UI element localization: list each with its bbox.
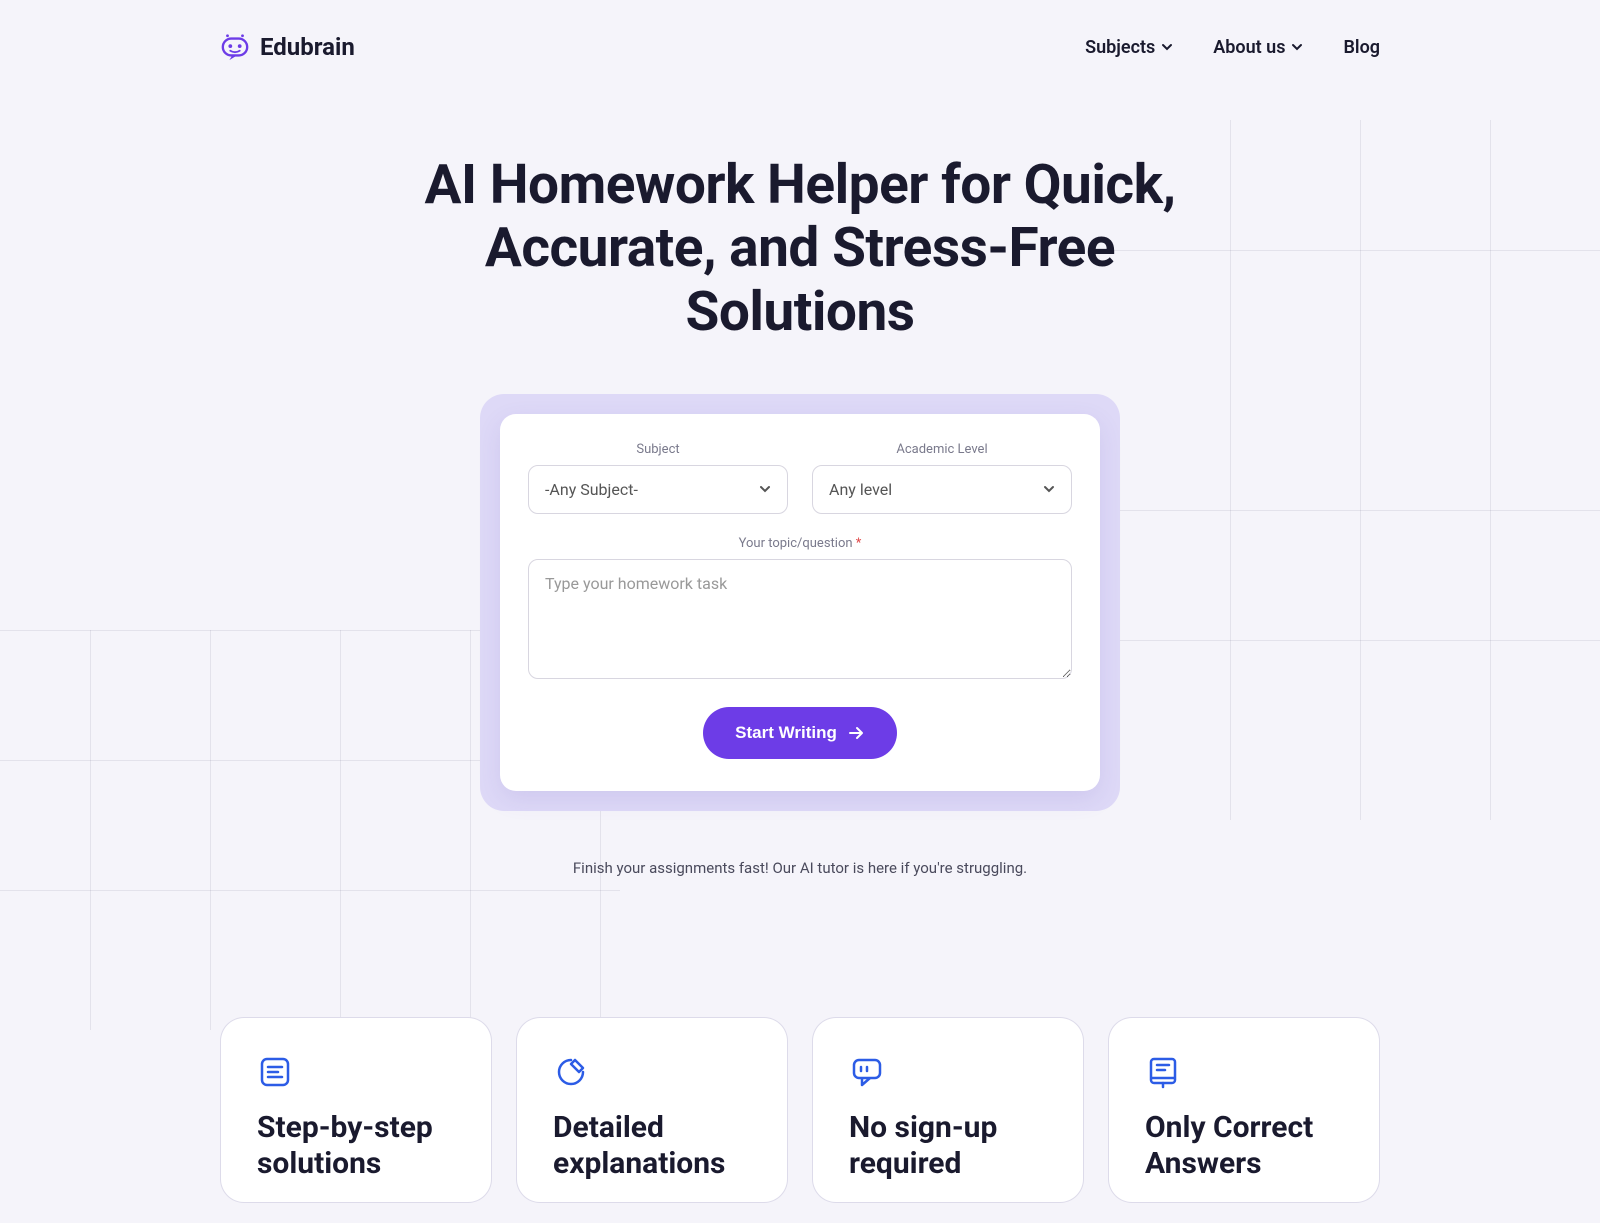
subject-label: Subject — [528, 442, 788, 457]
chevron-down-icon — [1043, 483, 1055, 495]
header: Edubrain Subjects About us Blog — [220, 0, 1380, 94]
level-select[interactable]: Any level — [812, 465, 1072, 514]
chevron-down-icon — [1291, 41, 1303, 53]
hero-subtext: Finish your assignments fast! Our AI tut… — [220, 859, 1380, 877]
level-value: Any level — [829, 480, 892, 499]
nav-blog-label: Blog — [1343, 37, 1380, 58]
question-textarea[interactable] — [528, 559, 1072, 679]
list-icon — [257, 1054, 293, 1090]
start-writing-button[interactable]: Start Writing — [703, 707, 897, 759]
features: Step-by-step solutions Detailed explanat… — [220, 1017, 1380, 1223]
pen-circle-icon — [553, 1054, 589, 1090]
form-inner: Subject -Any Subject- Academic Level Any… — [500, 414, 1100, 791]
form-card: Subject -Any Subject- Academic Level Any… — [480, 394, 1120, 811]
logo[interactable]: Edubrain — [220, 32, 355, 62]
hero: AI Homework Helper for Quick, Accurate, … — [220, 94, 1380, 877]
nav-blog[interactable]: Blog — [1343, 37, 1380, 58]
chevron-down-icon — [759, 483, 771, 495]
feature-card-detailed: Detailed explanations — [516, 1017, 788, 1203]
level-label: Academic Level — [812, 442, 1072, 457]
nav-subjects[interactable]: Subjects — [1085, 37, 1173, 58]
question-label: Your topic/question * — [528, 536, 1072, 551]
logo-icon — [220, 32, 250, 62]
feature-card-correct: Only Correct Answers — [1108, 1017, 1380, 1203]
arrow-right-icon — [847, 724, 865, 742]
logo-text: Edubrain — [260, 33, 355, 61]
nav-about-label: About us — [1213, 37, 1285, 58]
required-asterisk: * — [856, 536, 862, 551]
feature-title: Step-by-step solutions — [257, 1110, 455, 1182]
subject-select[interactable]: -Any Subject- — [528, 465, 788, 514]
feature-title: Only Correct Answers — [1145, 1110, 1343, 1182]
chevron-down-icon — [1161, 41, 1173, 53]
nav-subjects-label: Subjects — [1085, 37, 1155, 58]
nav-about[interactable]: About us — [1213, 37, 1303, 58]
start-writing-label: Start Writing — [735, 723, 837, 743]
book-icon — [1145, 1054, 1181, 1090]
feature-card-nosignup: No sign-up required — [812, 1017, 1084, 1203]
chat-bubble-icon — [849, 1054, 885, 1090]
feature-title: No sign-up required — [849, 1110, 1047, 1182]
feature-title: Detailed explanations — [553, 1110, 751, 1182]
subject-value: -Any Subject- — [545, 480, 638, 499]
feature-card-stepbystep: Step-by-step solutions — [220, 1017, 492, 1203]
hero-title: AI Homework Helper for Quick, Accurate, … — [400, 154, 1200, 344]
nav-links: Subjects About us Blog — [1085, 37, 1380, 58]
